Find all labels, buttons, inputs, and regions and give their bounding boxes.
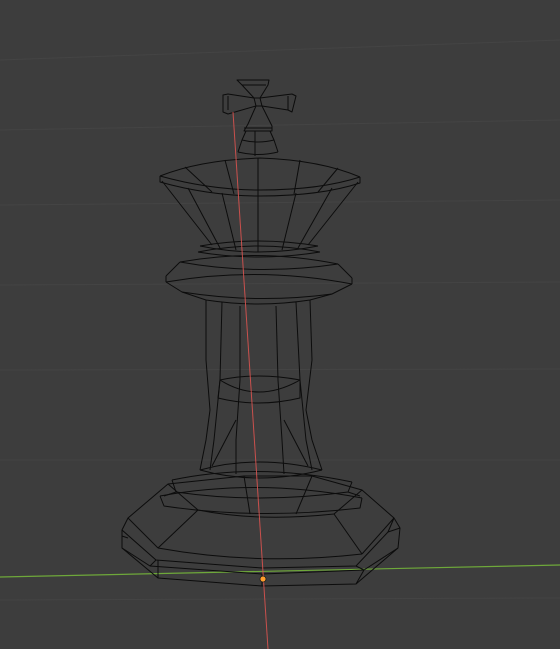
chess-king-wireframe[interactable] [121, 79, 401, 587]
origin-point[interactable] [259, 575, 267, 583]
king-collar [165, 240, 353, 305]
king-base [121, 461, 401, 587]
viewport-scene [0, 39, 560, 649]
king-body [199, 299, 323, 475]
king-crown [159, 157, 361, 252]
floor-grid [0, 39, 560, 601]
king-crown-neck [237, 130, 279, 156]
x-axis-line [232, 111, 269, 649]
3d-viewport[interactable] [0, 0, 560, 649]
y-axis-line [0, 564, 560, 578]
